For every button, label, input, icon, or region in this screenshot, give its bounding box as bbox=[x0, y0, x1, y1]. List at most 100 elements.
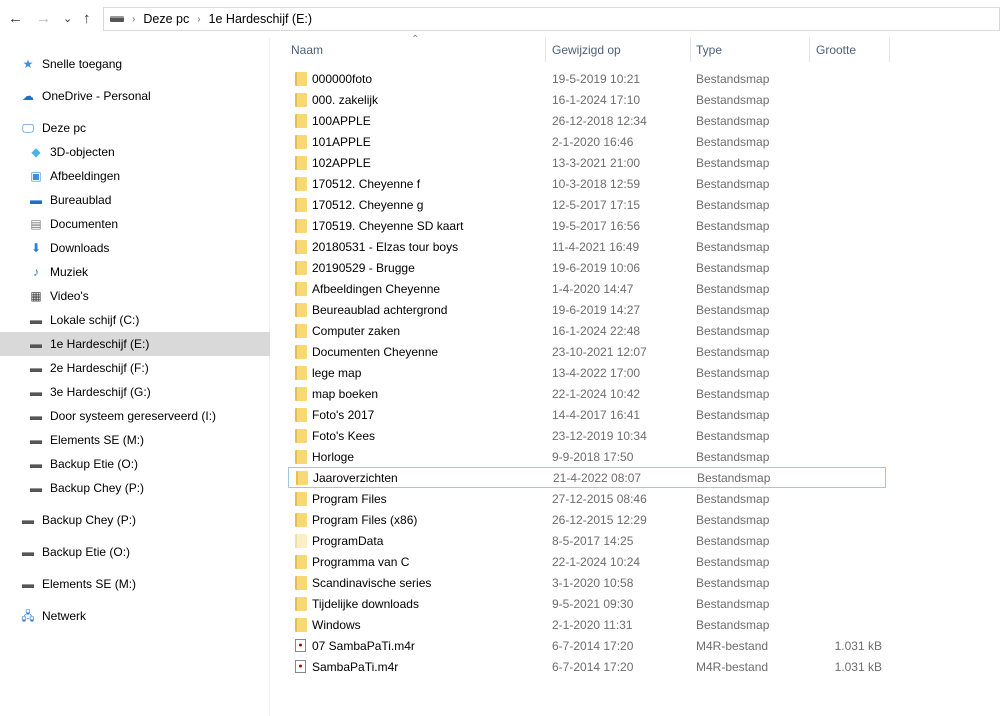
file-type: Bestandsmap bbox=[696, 239, 770, 254]
sidebar-item[interactable]: ▬ 1e Hardeschijf (E:) bbox=[0, 332, 270, 356]
recent-locations-button[interactable]: ⌄ bbox=[63, 12, 72, 25]
file-date: 22-1-2024 10:24 bbox=[552, 554, 641, 569]
file-name: Scandinavische series bbox=[312, 575, 432, 590]
address-bar[interactable]: › Deze pc › 1e Hardeschijf (E:) bbox=[103, 7, 1000, 31]
sidebar-item[interactable]: ▬ Elements SE (M:) bbox=[0, 572, 270, 596]
file-row[interactable]: ● 07 SambaPaTi.m4r 6-7-2014 17:20 M4R-besta… bbox=[288, 635, 886, 656]
file-date: 19-6-2019 10:06 bbox=[552, 260, 641, 275]
file-row[interactable]: Computer zaken 16-1-2024 22:48 Bestandsmap bbox=[288, 320, 886, 341]
file-name: map boeken bbox=[312, 386, 379, 401]
up-button[interactable]: ↑ bbox=[83, 10, 91, 27]
sidebar-item[interactable]: ▬ Door systeem gereserveerd (I:) bbox=[0, 404, 270, 428]
file-type: Bestandsmap bbox=[696, 386, 770, 401]
file-row[interactable]: 102APPLE 13-3-2021 21:00 Bestandsmap bbox=[288, 152, 886, 173]
file-row[interactable]: Scandinavische series 3-1-2020 10:58 Besta… bbox=[288, 572, 886, 593]
breadcrumb-deze-pc[interactable]: Deze pc bbox=[143, 12, 189, 26]
file-row[interactable]: Beureaublad achtergrond 19-6-2019 14:27 Be… bbox=[288, 299, 886, 320]
file-row[interactable]: 170519. Cheyenne SD kaart 19-5-2017 16:56… bbox=[288, 215, 886, 236]
folder-icon bbox=[295, 554, 307, 569]
column-size[interactable]: Grootte bbox=[816, 43, 856, 57]
sidebar-item-label: Video's bbox=[50, 289, 89, 303]
sidebar-item[interactable]: ▬ Elements SE (M:) bbox=[0, 428, 270, 452]
sidebar-item[interactable]: ▬ 2e Hardeschijf (F:) bbox=[0, 356, 270, 380]
sidebar-item-label: Afbeeldingen bbox=[50, 169, 121, 183]
file-date: 13-3-2021 21:00 bbox=[552, 155, 641, 170]
sidebar-item[interactable]: ▬ Lokale schijf (C:) bbox=[0, 308, 270, 332]
file-row[interactable]: 170512. Cheyenne f 10-3-2018 12:59 Bestand… bbox=[288, 173, 886, 194]
sidebar-item[interactable]: ▬ Backup Chey (P:) bbox=[0, 508, 270, 532]
file-row[interactable]: Tijdelijke downloads 9-5-2021 09:30 Bestan… bbox=[288, 593, 886, 614]
file-row[interactable]: Jaaroverzichten 21-4-2022 08:07 Bestandsma… bbox=[288, 467, 886, 488]
sidebar-item[interactable]: ▦ Video's bbox=[0, 284, 270, 308]
drive-icon: ▬ bbox=[22, 545, 34, 559]
navigation-pane: ★ Snelle toegang ☁ OneDrive - Personal 🖵 Deze… bbox=[0, 38, 270, 716]
file-row[interactable]: Foto's 2017 14-4-2017 16:41 Bestandsmap bbox=[288, 404, 886, 425]
file-type: Bestandsmap bbox=[696, 260, 770, 275]
sidebar-item[interactable]: ▬ Backup Etie (O:) bbox=[0, 540, 270, 564]
file-row[interactable]: Horloge 9-9-2018 17:50 Bestandsmap bbox=[288, 446, 886, 467]
sidebar-item[interactable]: ▬ Bureaublad bbox=[0, 188, 270, 212]
file-name: Programma van C bbox=[312, 554, 410, 569]
file-row[interactable]: Foto's Kees 23-12-2019 10:34 Bestandsmap bbox=[288, 425, 886, 446]
audio-file-icon: ● bbox=[295, 660, 306, 673]
file-type: Bestandsmap bbox=[696, 197, 770, 212]
file-type: Bestandsmap bbox=[696, 449, 770, 464]
sidebar-item[interactable]: ▣ Afbeeldingen bbox=[0, 164, 270, 188]
file-name: Horloge bbox=[312, 449, 355, 464]
file-row[interactable]: Program Files 27-12-2015 08:46 Bestandsmap bbox=[288, 488, 886, 509]
column-name[interactable]: Naam bbox=[291, 43, 323, 57]
back-button[interactable]: ← bbox=[8, 10, 23, 27]
file-row[interactable]: 100APPLE 26-12-2018 12:34 Bestandsmap bbox=[288, 110, 886, 131]
file-row[interactable]: Afbeeldingen Cheyenne 1-4-2020 14:47 Besta… bbox=[288, 278, 886, 299]
sidebar-item[interactable]: ★ Snelle toegang bbox=[0, 52, 270, 76]
video-icon: ▦ bbox=[30, 289, 42, 303]
column-divider[interactable] bbox=[889, 38, 890, 62]
folder-icon bbox=[295, 134, 307, 149]
file-row[interactable]: Program Files (x86) 26-12-2015 12:29 Besta… bbox=[288, 509, 886, 530]
sidebar-item-label: Door systeem gereserveerd (I:) bbox=[50, 409, 217, 423]
sidebar-item[interactable]: ▬ Backup Chey (P:) bbox=[0, 476, 270, 500]
file-row[interactable]: 20190529 - Brugge 19-6-2019 10:06 Bestands… bbox=[288, 257, 886, 278]
sidebar-item[interactable]: ♪ Muziek bbox=[0, 260, 270, 284]
desktop-icon: ▬ bbox=[30, 193, 42, 207]
file-row[interactable]: 000000foto 19-5-2019 10:21 Bestandsmap bbox=[288, 68, 886, 89]
file-row[interactable]: 170512. Cheyenne g 12-5-2017 17:15 Bestand… bbox=[288, 194, 886, 215]
file-row[interactable]: ● SambaPaTi.m4r 6-7-2014 17:20 M4R-bestand 1… bbox=[288, 656, 886, 677]
column-divider[interactable] bbox=[690, 38, 691, 62]
sidebar-item[interactable]: 🖧 Netwerk bbox=[0, 604, 270, 628]
sidebar-item[interactable]: 🖵 Deze pc bbox=[0, 116, 270, 140]
file-name: Jaaroverzichten bbox=[313, 470, 398, 485]
file-row[interactable]: lege map 13-4-2022 17:00 Bestandsmap bbox=[288, 362, 886, 383]
forward-button[interactable]: → bbox=[36, 10, 51, 27]
column-divider[interactable] bbox=[809, 38, 810, 62]
file-row[interactable]: map boeken 22-1-2024 10:42 Bestandsmap bbox=[288, 383, 886, 404]
file-row[interactable]: ProgramData 8-5-2017 14:25 Bestandsmap bbox=[288, 530, 886, 551]
network-icon: 🖧 bbox=[21, 609, 35, 623]
column-divider[interactable] bbox=[545, 38, 546, 62]
drive-icon: ▬ bbox=[30, 457, 42, 471]
sidebar-item[interactable]: ◆ 3D-objecten bbox=[0, 140, 270, 164]
sidebar-item[interactable]: ⬇ Downloads bbox=[0, 236, 270, 260]
file-row[interactable]: Programma van C 22-1-2024 10:24 Bestandsma… bbox=[288, 551, 886, 572]
file-date: 1-4-2020 14:47 bbox=[552, 281, 634, 296]
sidebar-item-label: Muziek bbox=[50, 265, 89, 279]
folder-icon bbox=[295, 218, 307, 233]
sidebar-item[interactable]: ▬ Backup Etie (O:) bbox=[0, 452, 270, 476]
column-date[interactable]: Gewijzigd op bbox=[552, 43, 621, 57]
file-type: Bestandsmap bbox=[696, 218, 770, 233]
file-date: 23-10-2021 12:07 bbox=[552, 344, 647, 359]
folder-icon bbox=[295, 491, 307, 506]
file-row[interactable]: Windows 2-1-2020 11:31 Bestandsmap bbox=[288, 614, 886, 635]
sidebar-item-label: 3e Hardeschijf (G:) bbox=[50, 385, 151, 399]
sidebar-item[interactable]: ▤ Documenten bbox=[0, 212, 270, 236]
drive-icon: ▬ bbox=[30, 337, 42, 351]
sidebar-item[interactable]: ▬ 3e Hardeschijf (G:) bbox=[0, 380, 270, 404]
file-row[interactable]: 20180531 - Elzas tour boys 11-4-2021 16:4… bbox=[288, 236, 886, 257]
file-row[interactable]: 101APPLE 2-1-2020 16:46 Bestandsmap bbox=[288, 131, 886, 152]
column-type[interactable]: Type bbox=[696, 43, 722, 57]
drive-icon: ▬ bbox=[30, 313, 42, 327]
breadcrumb-drive[interactable]: 1e Hardeschijf (E:) bbox=[209, 12, 313, 26]
file-row[interactable]: Documenten Cheyenne 23-10-2021 12:07 Besta… bbox=[288, 341, 886, 362]
file-row[interactable]: 000. zakelijk 16-1-2024 17:10 Bestandsmap bbox=[288, 89, 886, 110]
sidebar-item[interactable]: ☁ OneDrive - Personal bbox=[0, 84, 270, 108]
